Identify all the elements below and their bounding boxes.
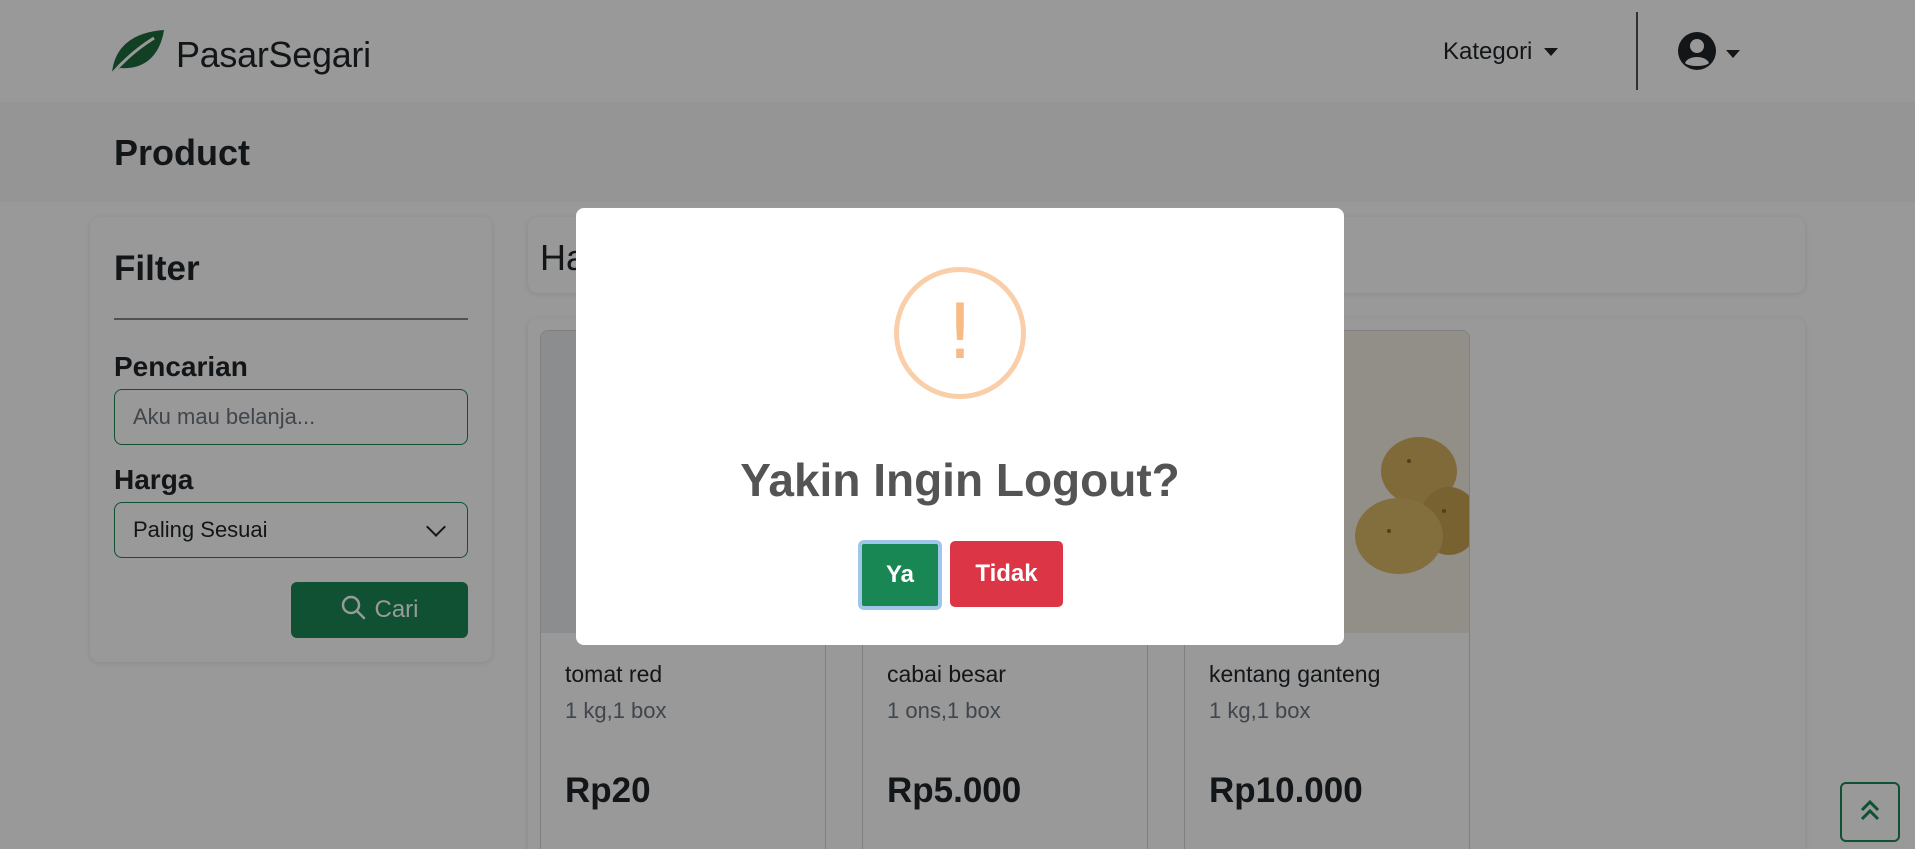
dialog-title: Yakin Ingin Logout?: [740, 454, 1180, 506]
cancel-logout-button[interactable]: Tidak: [950, 541, 1063, 607]
warning-icon: !: [894, 267, 1026, 399]
confirm-logout-button[interactable]: Ya: [858, 540, 942, 610]
warning-mark: !: [944, 287, 976, 376]
logout-confirm-dialog: ! Yakin Ingin Logout? Ya Tidak: [576, 208, 1344, 645]
